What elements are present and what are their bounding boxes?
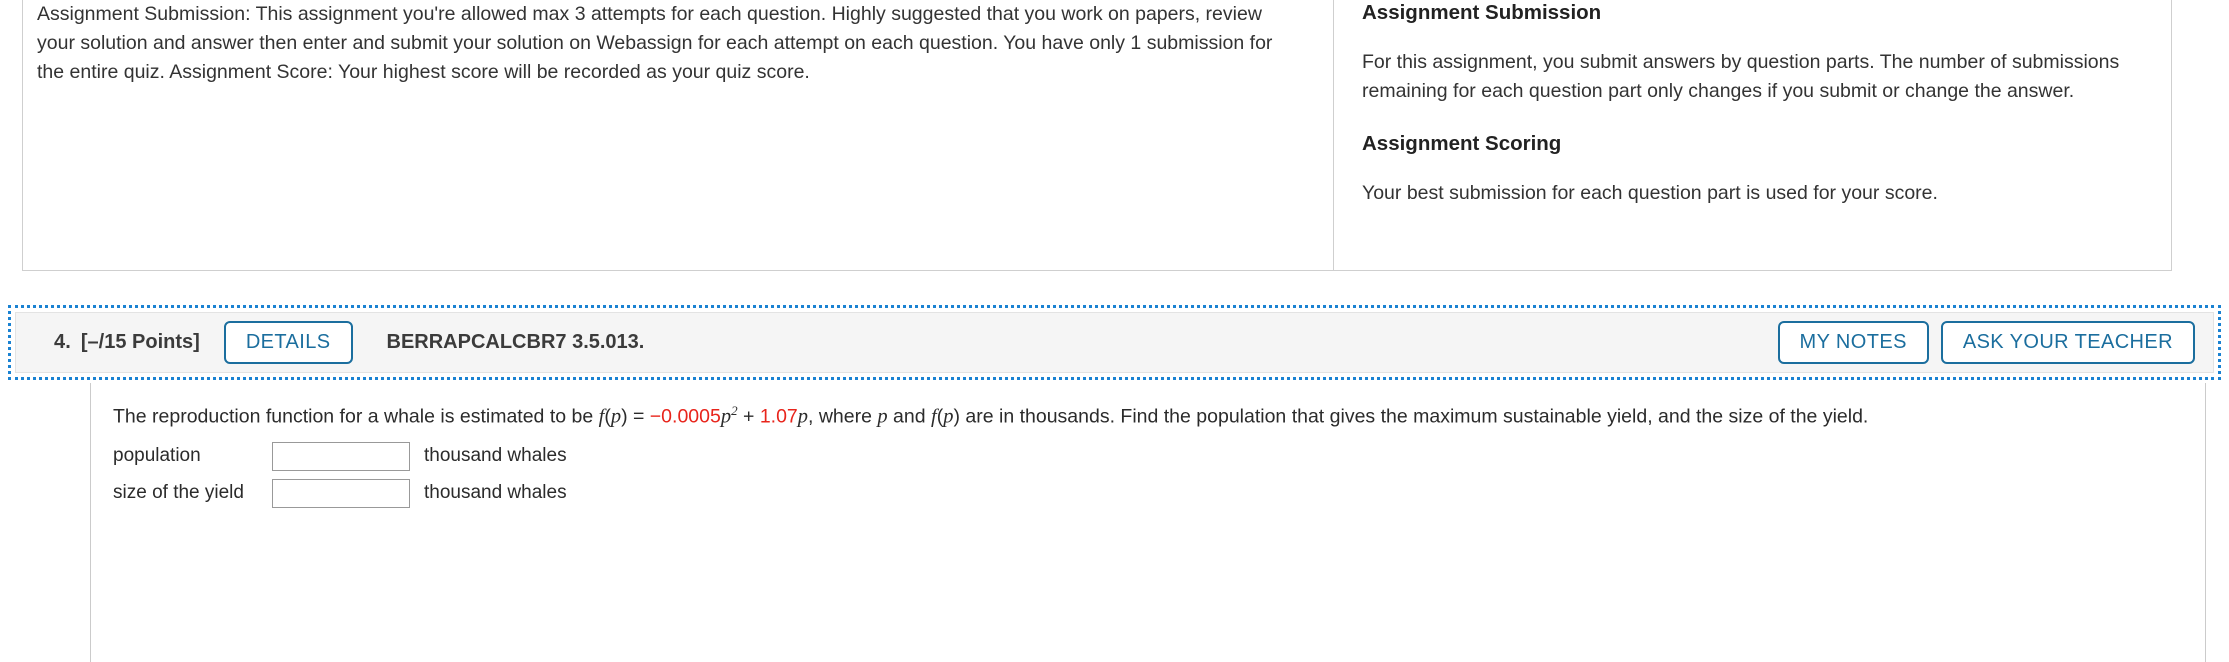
question-header-bar: 4. [–/15 Points] DETAILS BERRAPCALCBR7 3… [15, 312, 2214, 373]
assignment-info-panels: Assignment Submission: This assignment y… [22, 0, 2172, 271]
question-prompt: The reproduction function for a whale is… [91, 398, 2205, 430]
prompt-part-1: The reproduction function for a whale is… [113, 405, 599, 428]
yield-label: size of the yield [113, 482, 244, 503]
assignment-submission-text: For this assignment, you submit answers … [1362, 51, 2120, 102]
yield-input-cell [271, 478, 410, 516]
details-button[interactable]: DETAILS [223, 321, 353, 364]
prompt-part-4: are in thousands. Find the population th… [959, 405, 1869, 428]
page-root: Assignment Submission: This assignment y… [0, 0, 2229, 662]
my-notes-button[interactable]: MY NOTES [1777, 321, 1929, 364]
assignment-info-right-panel: Assignment Submission For this assignmen… [1334, 0, 2171, 270]
answer-row-population: population thousand whales [113, 441, 567, 479]
question-number: 4. [54, 331, 71, 353]
assignment-scoring-heading: Assignment Scoring [1362, 132, 1562, 155]
ask-your-teacher-button[interactable]: ASK YOUR TEACHER [1940, 321, 2195, 364]
population-input[interactable] [271, 441, 410, 471]
prompt-coefficient-2: 1.07 [759, 405, 798, 428]
yield-input[interactable] [271, 478, 410, 508]
prompt-plus: + [737, 405, 760, 428]
prompt-coefficient-1: −0.0005 [649, 405, 721, 428]
answer-fields-table: population thousand whales size of the y… [113, 441, 567, 516]
assignment-submission-left-panel: Assignment Submission: This assignment y… [23, 0, 1334, 270]
population-unit: thousand whales [423, 445, 567, 466]
assignment-instructions-text: Assignment Submission: This assignment y… [37, 3, 1273, 83]
question-body: The reproduction function for a whale is… [90, 383, 2206, 662]
prompt-var-p-2: p [943, 405, 954, 428]
yield-unit: thousand whales [423, 482, 567, 503]
assignment-scoring-text: Your best submission for each question p… [1362, 182, 1938, 204]
question-textbook-code: BERRAPCALCBR7 3.5.013. [386, 331, 645, 353]
question-focus-outline: 4. [–/15 Points] DETAILS BERRAPCALCBR7 3… [8, 305, 2221, 380]
population-input-cell [271, 441, 410, 479]
prompt-var-p-squared: p [720, 405, 732, 428]
population-label: population [113, 445, 201, 466]
assignment-submission-heading: Assignment Submission [1362, 1, 1602, 24]
prompt-var-p-where: p [877, 405, 888, 428]
prompt-equals: = [627, 405, 650, 428]
question-points: [–/15 Points] [80, 331, 200, 353]
prompt-var-p-linear: p [797, 405, 809, 428]
prompt-part-2: , where [808, 405, 878, 428]
prompt-part-3: and [887, 405, 932, 428]
prompt-var-p: p [610, 405, 622, 428]
answer-row-yield: size of the yield thousand whales [113, 478, 567, 516]
